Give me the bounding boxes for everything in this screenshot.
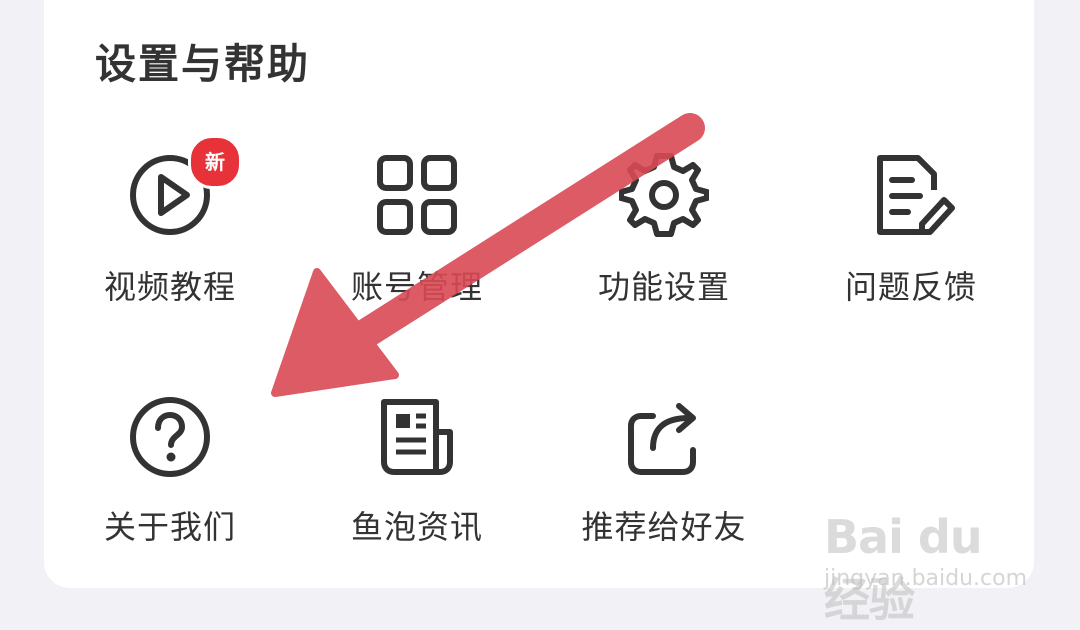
menu-item-label: 问题反馈 — [844, 268, 977, 306]
gear-icon — [619, 153, 709, 237]
newspaper-icon — [381, 399, 453, 475]
menu-item-label: 推荐给好友 — [581, 508, 747, 546]
grid-squares-icon — [377, 155, 457, 235]
menu-item-yupao-news[interactable]: 鱼泡资讯 — [297, 392, 537, 602]
share-icon — [628, 403, 696, 475]
menu-item-label: 关于我们 — [103, 508, 236, 546]
menu-item-label: 功能设置 — [597, 268, 730, 306]
menu-item-video-tutorial[interactable]: 新 视频教程 — [50, 135, 290, 360]
new-badge: 新 — [188, 135, 242, 189]
menu-item-about-us[interactable]: 关于我们 — [50, 392, 290, 602]
menu-item-feedback[interactable]: 问题反馈 — [791, 150, 1031, 360]
watermark-url: jingyan.baidu.com — [824, 566, 1028, 591]
menu-item-label: 鱼泡资讯 — [350, 508, 483, 546]
menu-item-account-management[interactable]: 账号管理 — [297, 150, 537, 360]
menu-item-recommend-friends[interactable]: 推荐给好友 — [544, 392, 784, 602]
baidu-watermark: Bai du 经验 jingyan.baidu.com — [824, 510, 1028, 627]
question-circle-icon — [130, 397, 210, 477]
section-title: 设置与帮助 — [95, 40, 310, 88]
menu-item-label: 账号管理 — [350, 268, 483, 306]
menu-item-function-settings[interactable]: 功能设置 — [544, 150, 784, 360]
document-edit-icon — [877, 155, 955, 235]
menu-item-label: 视频教程 — [103, 268, 236, 306]
